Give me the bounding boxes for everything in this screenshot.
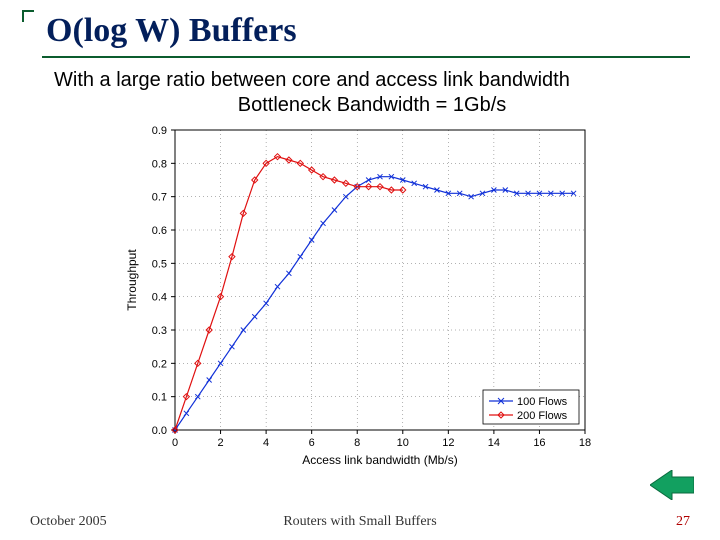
footer-title: Routers with Small Buffers (0, 514, 720, 530)
svg-text:Throughput: Throughput (125, 249, 139, 311)
throughput-chart: 0 2 4 6 8 10 12 14 16 18 0.0 0.1 0.2 0.3 0.4 0.5 0.6 0.7 0… (120, 120, 600, 470)
svg-text:16: 16 (533, 437, 545, 449)
svg-text:14: 14 (488, 437, 500, 449)
prev-slide-button[interactable] (650, 470, 694, 500)
svg-text:0.7: 0.7 (152, 192, 167, 204)
svg-text:200 Flows: 200 Flows (517, 410, 568, 422)
svg-text:0.0: 0.0 (152, 425, 167, 437)
svg-text:0: 0 (172, 437, 178, 449)
svg-text:Access link bandwidth (Mb/s): Access link bandwidth (Mb/s) (302, 453, 457, 467)
svg-text:12: 12 (442, 437, 454, 449)
body-line-1: With a large ratio between core and acce… (54, 68, 690, 93)
title-corner-ornament (22, 10, 34, 22)
svg-text:100 Flows: 100 Flows (517, 396, 568, 408)
svg-text:0.1: 0.1 (152, 392, 167, 404)
svg-text:18: 18 (579, 437, 591, 449)
svg-text:0.4: 0.4 (152, 292, 167, 304)
svg-text:0.8: 0.8 (152, 158, 167, 170)
svg-text:4: 4 (263, 437, 269, 449)
svg-text:8: 8 (354, 437, 360, 449)
slide-title: O(log W) Buffers (42, 12, 690, 58)
svg-text:0.3: 0.3 (152, 325, 167, 337)
svg-text:0.9: 0.9 (152, 125, 167, 137)
svg-text:0.5: 0.5 (152, 258, 167, 270)
footer-page-number: 27 (676, 514, 690, 530)
svg-text:0.2: 0.2 (152, 358, 167, 370)
svg-text:2: 2 (217, 437, 223, 449)
svg-text:10: 10 (397, 437, 409, 449)
body-line-2: Bottleneck Bandwidth = 1Gb/s (54, 93, 690, 118)
svg-text:0.6: 0.6 (152, 225, 167, 237)
svg-text:6: 6 (309, 437, 315, 449)
